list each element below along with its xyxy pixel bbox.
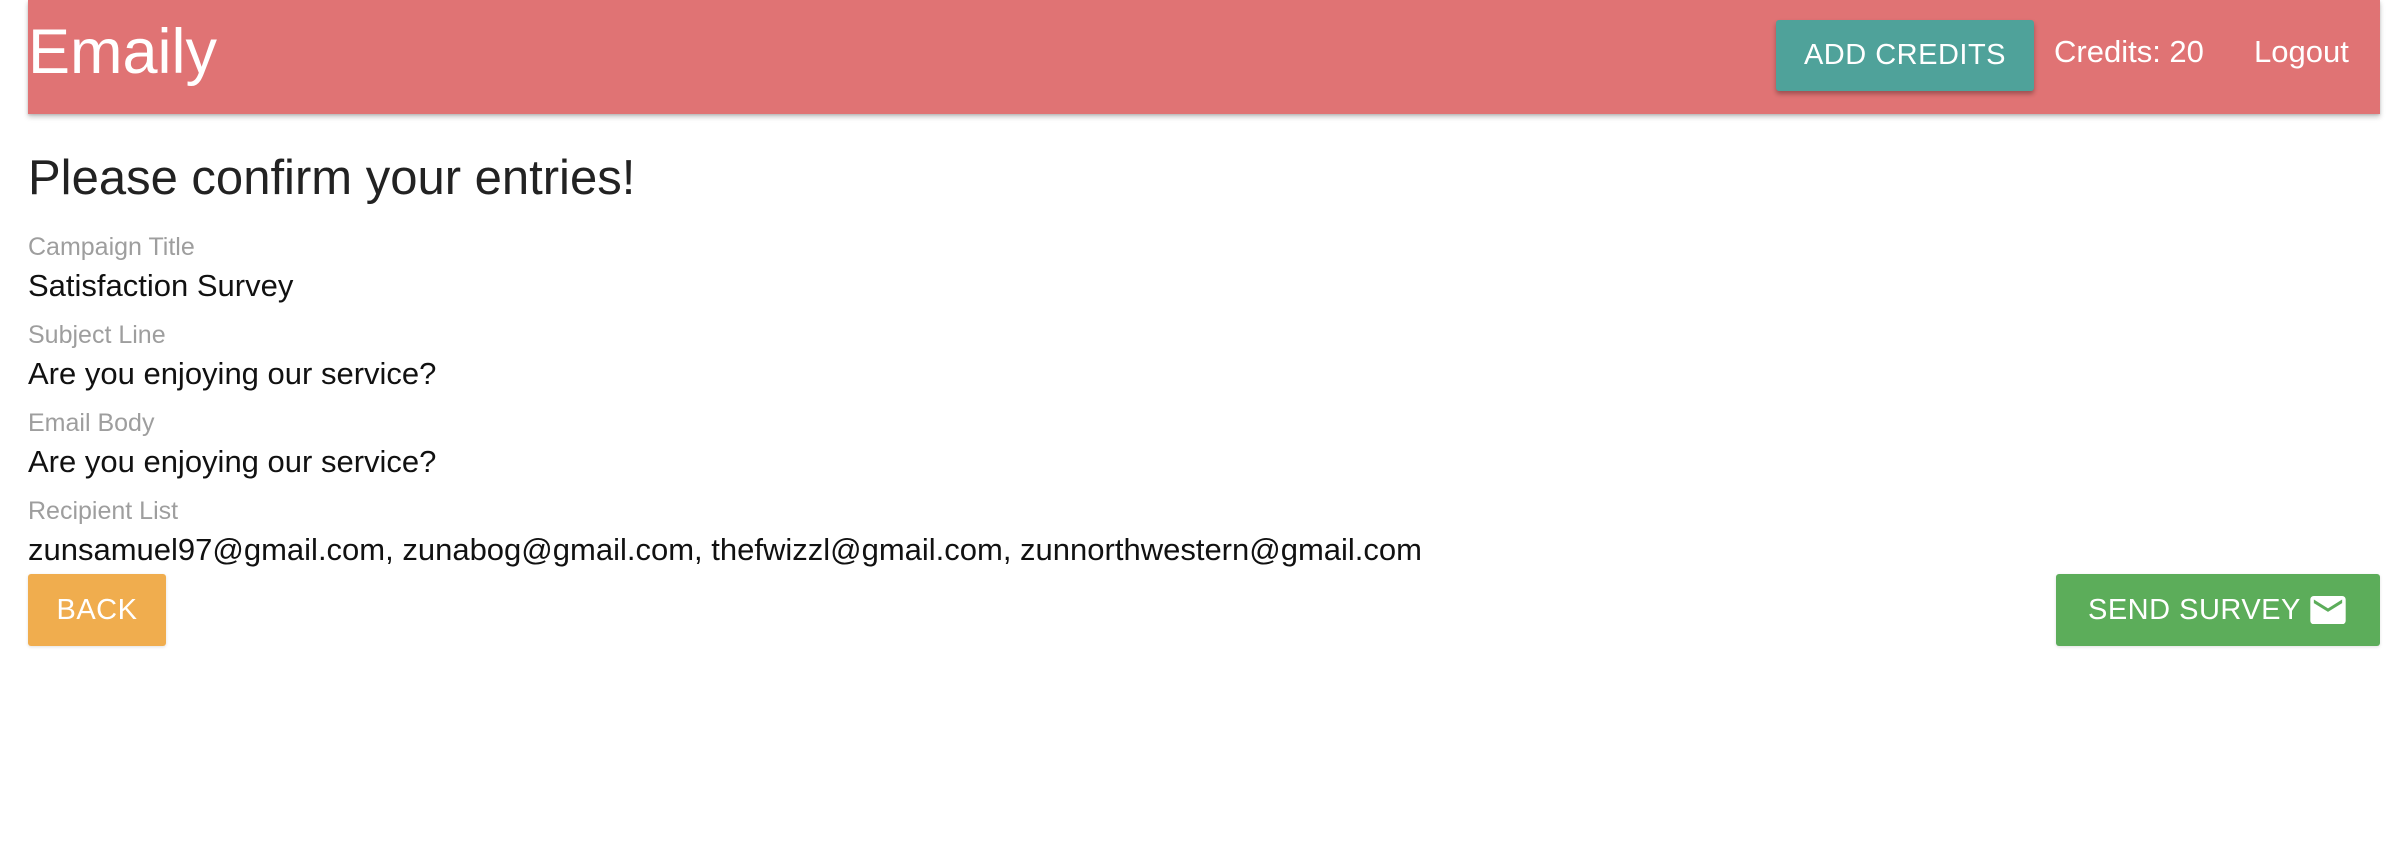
email-body-label: Email Body [28, 409, 155, 437]
add-credits-button[interactable]: ADD CREDITS [1776, 20, 2034, 91]
logout-link[interactable]: Logout [2254, 32, 2349, 72]
mail-icon [2310, 596, 2346, 624]
send-survey-label: SEND SURVEY [2088, 594, 2301, 626]
subject-line-label: Subject Line [28, 321, 166, 349]
recipient-list-label: Recipient List [28, 497, 179, 525]
subject-line-value: Are you enjoying our service? [28, 356, 437, 391]
campaign-title-value: Satisfaction Survey [28, 268, 294, 303]
email-body-value: Are you enjoying our service? [28, 444, 437, 479]
page-title: Please confirm your entries! [28, 151, 636, 205]
back-button[interactable]: BACK [28, 574, 166, 646]
brand-logo-link[interactable]: Emaily [28, 12, 217, 92]
recipient-list-value: zunsamuel97@gmail.com, zunabog@gmail.com… [28, 532, 1422, 567]
campaign-title-label: Campaign Title [28, 233, 195, 261]
send-survey-button[interactable]: SEND SURVEY [2056, 574, 2380, 646]
credits-count: Credits: 20 [2054, 34, 2204, 69]
navbar: Emaily ADD CREDITS Credits: 20 Logout [28, 0, 2380, 114]
